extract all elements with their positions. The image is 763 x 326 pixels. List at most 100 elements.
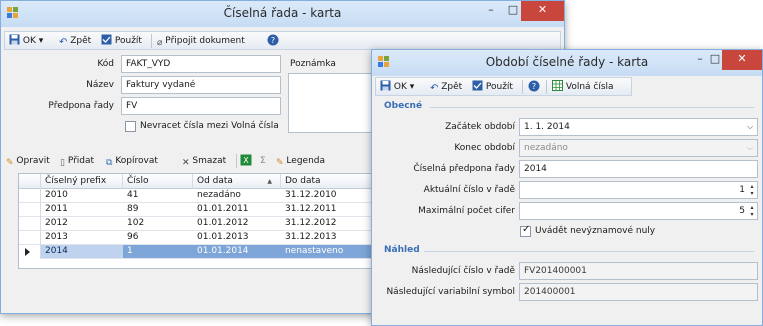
chevron-down-icon[interactable]: ⌵ (743, 119, 757, 135)
cell-do-data: 31.12.2011 (285, 204, 337, 214)
zacatek-date-picker[interactable]: 1. 1. 2014 ⌵ (519, 118, 758, 136)
aktualni-stepper[interactable]: 1 ▴ ▾ (519, 181, 758, 199)
legend-label: Legenda (286, 156, 325, 166)
table-row[interactable]: 2010 41 nezadáno 31.12.2010 (19, 189, 382, 203)
kod-label: Kód (97, 59, 114, 69)
help-button[interactable]: ? (267, 34, 279, 48)
dialog-close-button[interactable]: ✕ (722, 50, 762, 70)
column-header-do-data[interactable]: Do data (281, 174, 382, 189)
konec-label: Konec období (454, 143, 515, 153)
uvadet-checkbox[interactable] (520, 224, 531, 237)
apply-button[interactable]: Použít (101, 34, 142, 48)
cell-prefix: 2013 (45, 232, 68, 242)
dialog-minimize-button[interactable]: – (690, 50, 710, 70)
apply-label: Použít (114, 36, 142, 46)
spin-up-icon[interactable]: ▴ (748, 183, 756, 190)
poznamka-label: Poznámka (290, 59, 336, 69)
obecne-section-label: Obecné (384, 101, 423, 111)
spin-buttons[interactable]: ▴ ▾ (748, 204, 756, 218)
maximize-button[interactable]: □ (503, 1, 523, 21)
nazev-input[interactable]: Faktury vydané (121, 76, 281, 94)
cell-od-data: 01.01.2014 (197, 246, 249, 256)
spin-down-icon[interactable]: ▾ (748, 211, 756, 218)
sort-ascending-icon: ▲ (267, 178, 272, 185)
save-icon (380, 80, 391, 91)
free-numbers-label: Volná čísla (565, 82, 614, 92)
od-data-label: Od data (197, 176, 233, 186)
table-row[interactable]: 2012 102 01.01.2012 31.12.2012 (19, 217, 382, 231)
delete-button[interactable]: ✕ Smazat (182, 154, 226, 168)
save-icon (9, 34, 20, 45)
nevracet-checkbox[interactable] (125, 121, 136, 132)
attach-document-button[interactable]: ⌀ Připojit dokument (157, 34, 245, 48)
copy-label: Kopírovat (115, 156, 158, 166)
grid-header-indicator (19, 174, 41, 189)
cell-cislo: 96 (127, 232, 139, 242)
svg-text:?: ? (271, 36, 275, 45)
edit-button[interactable]: ✎ Opravit (6, 154, 50, 168)
table-row[interactable]: 2013 96 01.01.2013 31.12.2013 (19, 231, 382, 245)
ok-label: OK (22, 36, 36, 46)
cell-od-data: nezadáno (197, 190, 241, 200)
nasledujici-vs-value: 201400001 (519, 283, 758, 301)
spin-buttons[interactable]: ▴ ▾ (748, 183, 756, 197)
dialog-maximize-button[interactable]: □ (708, 50, 722, 70)
nasledujici-cislo-value: FV201400001 (519, 262, 758, 280)
back-button[interactable]: ↶ Zpět (59, 34, 91, 48)
dialog-apply-label: Použít (485, 82, 513, 92)
dialog-apply-button[interactable]: Použít (472, 80, 513, 94)
apply-icon (101, 34, 112, 45)
main-titlebar: Číselná řada - karta – □ ✕ (1, 1, 564, 27)
cell-cislo: 41 (127, 190, 139, 200)
max-cifer-value: 5 (739, 206, 745, 216)
table-row[interactable]: 2011 89 01.01.2011 31.12.2011 (19, 203, 382, 217)
free-numbers-button[interactable]: Volná čísla (552, 80, 614, 94)
excel-export-button[interactable]: X (240, 154, 252, 168)
nasledujici-cislo-label: Následující číslo v řadě (411, 266, 515, 276)
column-header-od-data[interactable]: Od data ▲ (193, 174, 281, 189)
help-icon: ? (528, 80, 540, 92)
cell-od-data: 01.01.2011 (197, 204, 249, 214)
add-button[interactable]: ▯ Přidat (60, 154, 94, 168)
minimize-button[interactable]: – (479, 1, 503, 21)
edit-label: Opravit (16, 156, 50, 166)
table-row-selected[interactable]: 2014 1 01.01.2014 nenastaveno (19, 245, 382, 259)
ok-button[interactable]: OK ▾ (9, 34, 43, 48)
uvadet-label: Uvádět nevýznamové nuly (535, 226, 656, 236)
cell-prefix: 2014 (41, 245, 123, 258)
dialog-ok-button[interactable]: OK ▾ (380, 80, 414, 94)
back-label: Zpět (70, 36, 92, 46)
close-button[interactable]: ✕ (521, 1, 564, 21)
dialog-toolbar: OK ▾ ↶ Zpět Použít ? Volná čísla (375, 77, 632, 96)
dialog-help-button[interactable]: ? (528, 80, 540, 94)
copy-button[interactable]: ⧉ Kopírovat (106, 154, 158, 168)
cell-prefix: 2011 (45, 204, 68, 214)
delete-x-icon: ✕ (182, 158, 190, 168)
aktualni-label: Aktuální číslo v řadě (423, 185, 515, 195)
row-indicator (19, 245, 41, 259)
row-indicator (19, 217, 41, 231)
predpona-input[interactable]: FV (121, 97, 281, 115)
column-header-prefix[interactable]: Číselný prefix (41, 174, 123, 189)
predpona-label: Předpona řady (48, 101, 114, 111)
grid-toolbar: ✎ Opravit ▯ Přidat ⧉ Kopírovat ✕ Smazat … (4, 152, 394, 170)
max-cifer-label: Maximální počet cifer (418, 206, 515, 216)
kod-input[interactable]: FAKT_VYD (121, 55, 281, 73)
max-cifer-stepper[interactable]: 5 ▴ ▾ (519, 202, 758, 220)
dialog-predpona-input[interactable]: 2014 (519, 160, 758, 178)
spin-down-icon[interactable]: ▾ (748, 190, 756, 197)
sum-button[interactable]: Σ (260, 154, 266, 168)
legend-icon: ✎ (276, 158, 284, 168)
apply-icon (472, 80, 483, 91)
paperclip-icon: ⌀ (157, 38, 163, 48)
period-dialog: Období číselné řady - karta – □ ✕ OK ▾ ↶… (371, 49, 763, 326)
spin-up-icon[interactable]: ▴ (748, 204, 756, 211)
poznamka-textarea[interactable] (288, 73, 378, 133)
cell-do-data: 31.12.2010 (285, 190, 337, 200)
column-header-cislo[interactable]: Číslo (123, 174, 193, 189)
dialog-back-button[interactable]: ↶ Zpět (430, 80, 462, 94)
grid-numbers-icon (552, 80, 563, 91)
legend-button[interactable]: ✎ Legenda (276, 154, 325, 168)
dialog-toolbar-separator (546, 80, 547, 94)
cell-do-data: nenastaveno (285, 246, 344, 256)
